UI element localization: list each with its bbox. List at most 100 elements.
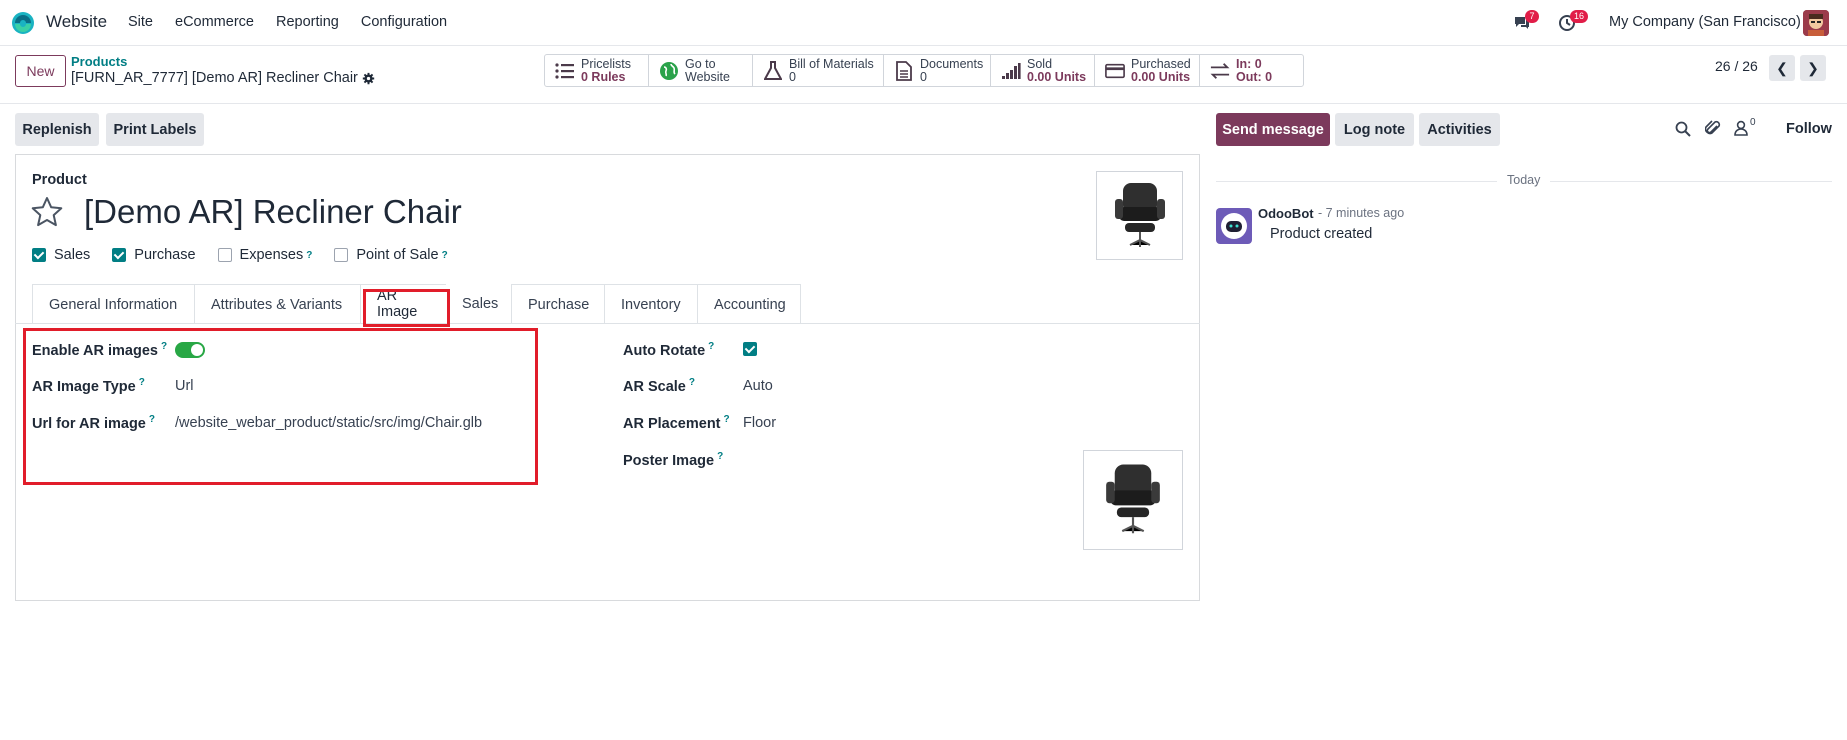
documents-title: Documents xyxy=(920,56,984,71)
activities-button[interactable]: 16 xyxy=(1558,10,1589,34)
go-to-value: Website xyxy=(685,69,730,84)
poster-image[interactable] xyxy=(1083,450,1183,550)
ar-url-label: Url for AR image? xyxy=(32,414,155,432)
pos-check[interactable] xyxy=(334,248,349,262)
message-body: Product created xyxy=(1270,226,1373,242)
menu-configuration[interactable]: Configuration xyxy=(361,14,447,30)
enable-ar-label: Enable AR images? xyxy=(32,341,168,359)
new-button[interactable]: New xyxy=(15,55,66,87)
app-name[interactable]: Website xyxy=(46,12,107,32)
checkbox-purchase[interactable]: Purchase xyxy=(112,247,196,263)
follow-button[interactable]: Follow xyxy=(1786,121,1832,137)
help-icon[interactable]: ? xyxy=(717,451,723,462)
message-author[interactable]: OdooBot xyxy=(1258,206,1314,221)
poster-image-label: Poster Image? xyxy=(623,451,724,469)
bom-button[interactable]: Bill of Materials 0 xyxy=(753,55,884,86)
product-label: Product xyxy=(32,172,87,188)
highlight-ar-image-tab xyxy=(363,289,450,327)
help-icon[interactable]: ? xyxy=(149,414,155,425)
search-icon[interactable] xyxy=(1675,121,1691,137)
go-to-title: Go to xyxy=(685,56,716,71)
pager-previous-button[interactable]: ❮ xyxy=(1769,55,1795,81)
tab-purchase[interactable]: Purchase xyxy=(511,284,605,324)
help-icon[interactable]: ? xyxy=(442,250,448,261)
sold-title: Sold xyxy=(1027,56,1053,71)
product-image[interactable] xyxy=(1096,171,1183,260)
help-icon[interactable]: ? xyxy=(724,414,730,425)
menu-reporting[interactable]: Reporting xyxy=(276,14,339,30)
expenses-check[interactable] xyxy=(217,248,232,262)
sold-button[interactable]: Sold 0.00 Units xyxy=(991,55,1095,86)
paperclip-icon[interactable] xyxy=(1705,120,1721,138)
send-message-button[interactable]: Send message xyxy=(1216,113,1330,146)
chevron-left-icon: ❮ xyxy=(1776,59,1788,76)
user-face-icon xyxy=(1803,10,1829,36)
odoobot-avatar[interactable] xyxy=(1216,208,1252,244)
control-panel: New Products [FURN_AR_7777] [Demo AR] Re… xyxy=(0,46,1847,104)
help-icon[interactable]: ? xyxy=(306,250,312,261)
breadcrumb-products[interactable]: Products xyxy=(71,54,127,69)
sales-label: Sales xyxy=(54,247,91,263)
print-labels-button[interactable]: Print Labels xyxy=(106,113,204,146)
pager-next-button[interactable]: ❯ xyxy=(1800,55,1826,81)
auto-rotate-label: Auto Rotate? xyxy=(623,341,715,359)
in-value: In: 0 xyxy=(1236,56,1262,71)
menu-site[interactable]: Site xyxy=(128,14,153,30)
sales-check[interactable] xyxy=(32,248,46,262)
pricelists-button[interactable]: Pricelists 0 Rules xyxy=(545,55,649,86)
purchase-check[interactable] xyxy=(112,248,127,262)
help-icon[interactable]: ? xyxy=(689,377,695,388)
bom-title: Bill of Materials xyxy=(789,56,874,71)
pricelists-title: Pricelists xyxy=(581,56,632,71)
tab-general-information[interactable]: General Information xyxy=(32,284,195,324)
ar-placement-value[interactable]: Floor xyxy=(743,415,776,431)
user-avatar[interactable] xyxy=(1803,10,1829,36)
help-icon[interactable]: ? xyxy=(139,377,145,388)
bom-value: 0 xyxy=(789,69,796,84)
website-app-icon[interactable] xyxy=(11,11,35,35)
ar-scale-label: AR Scale? xyxy=(623,377,695,395)
robot-icon xyxy=(1221,213,1247,239)
ar-image-type-label: AR Image Type? xyxy=(32,377,145,395)
ar-scale-value[interactable]: Auto xyxy=(743,378,773,394)
help-icon[interactable]: ? xyxy=(708,341,714,352)
checkbox-point-of-sale[interactable]: Point of Sale? xyxy=(334,247,448,263)
sold-value: 0.00 Units xyxy=(1027,69,1087,84)
tab-divider xyxy=(15,323,1200,324)
pager-value[interactable]: 26 / 26 xyxy=(1715,58,1758,74)
tab-inventory[interactable]: Inventory xyxy=(604,284,698,324)
favorite-star-icon[interactable] xyxy=(31,196,63,228)
ar-placement-label: AR Placement? xyxy=(623,414,730,432)
help-icon[interactable]: ? xyxy=(161,341,167,352)
menu-ecommerce[interactable]: eCommerce xyxy=(175,14,254,30)
exchange-icon xyxy=(1210,61,1230,81)
enable-ar-toggle[interactable] xyxy=(175,342,205,358)
smart-buttons: Pricelists 0 Rules Go to Website Bill of M… xyxy=(544,54,1304,87)
go-to-website-button[interactable]: Go to Website xyxy=(649,55,753,86)
followers-button[interactable]: 0 xyxy=(1734,117,1756,136)
product-title[interactable]: [Demo AR] Recliner Chair xyxy=(84,193,462,231)
documents-value: 0 xyxy=(920,69,927,84)
purchase-label: Purchase xyxy=(134,247,196,263)
documents-button[interactable]: Documents 0 xyxy=(884,55,991,86)
checkbox-expenses[interactable]: Expenses? xyxy=(217,247,312,263)
list-icon xyxy=(555,61,575,81)
top-navbar: Website Site eCommerce Reporting Configu… xyxy=(0,0,1847,46)
replenish-button[interactable]: Replenish xyxy=(15,113,99,146)
activities-button[interactable]: Activities xyxy=(1419,113,1500,146)
messages-button[interactable]: 7 xyxy=(1513,10,1539,34)
ar-image-type-value[interactable]: Url xyxy=(175,378,194,394)
tab-attributes-variants[interactable]: Attributes & Variants xyxy=(194,284,361,324)
in-out-button[interactable]: In: 0 Out: 0 xyxy=(1200,55,1303,86)
ar-url-value[interactable]: /website_webar_product/static/src/img/Ch… xyxy=(175,415,482,431)
chair-image xyxy=(1106,464,1160,534)
company-switcher[interactable]: My Company (San Francisco) xyxy=(1609,14,1801,30)
checkbox-sales[interactable]: Sales xyxy=(32,247,90,263)
auto-rotate-checkbox[interactable] xyxy=(743,342,757,356)
tab-accounting[interactable]: Accounting xyxy=(697,284,801,324)
tab-sales[interactable]: Sales xyxy=(446,284,512,324)
log-note-button[interactable]: Log note xyxy=(1335,113,1414,146)
purchased-button[interactable]: Purchased 0.00 Units xyxy=(1095,55,1200,86)
credit-card-icon xyxy=(1105,61,1125,81)
gear-icon[interactable] xyxy=(362,72,375,85)
